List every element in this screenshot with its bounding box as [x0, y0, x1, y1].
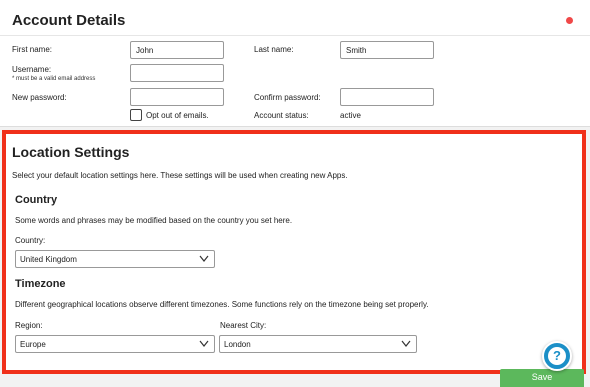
region-select-value: Europe — [20, 339, 46, 349]
new-password-field[interactable] — [130, 88, 224, 106]
account-status-value: active — [340, 111, 361, 120]
country-select-value: United Kingdom — [20, 254, 77, 264]
city-label: Nearest City: — [220, 321, 267, 330]
city-select-value: London — [224, 339, 251, 349]
chevron-down-icon — [401, 340, 411, 347]
country-label: Country: — [15, 236, 46, 245]
city-select[interactable]: London — [219, 335, 417, 353]
help-button[interactable]: ? — [542, 341, 572, 371]
location-settings-panel: Location Settings Select your default lo… — [2, 130, 586, 374]
account-details-panel: Account Details First name: John Last na… — [0, 0, 590, 127]
location-description: Select your default location settings he… — [12, 171, 348, 180]
chevron-down-icon — [199, 255, 209, 262]
country-heading: Country — [15, 194, 58, 206]
region-label: Region: — [15, 321, 43, 330]
divider — [0, 35, 590, 36]
last-name-field[interactable]: Smith — [340, 41, 434, 59]
timezone-description: Different geographical locations observe… — [15, 300, 429, 309]
status-dot-icon — [566, 17, 573, 24]
chevron-down-icon — [199, 340, 209, 347]
help-icon: ? — [548, 347, 566, 365]
username-hint: * must be a valid email address — [12, 76, 96, 82]
timezone-heading: Timezone — [15, 278, 66, 290]
account-details-title: Account Details — [12, 12, 126, 29]
opt-out-label: Opt out of emails. — [146, 111, 209, 120]
new-password-label: New password: — [12, 93, 67, 102]
country-select[interactable]: United Kingdom — [15, 250, 215, 268]
username-field[interactable] — [130, 64, 224, 82]
save-button[interactable]: Save — [500, 369, 584, 387]
confirm-password-label: Confirm password: — [254, 93, 321, 102]
opt-out-checkbox[interactable] — [130, 109, 142, 121]
location-settings-title: Location Settings — [12, 144, 130, 160]
account-status-label: Account status: — [254, 111, 309, 120]
confirm-password-field[interactable] — [340, 88, 434, 106]
last-name-label: Last name: — [254, 45, 294, 54]
region-select[interactable]: Europe — [15, 335, 215, 353]
country-description: Some words and phrases may be modified b… — [15, 216, 293, 225]
username-label: Username: — [12, 65, 52, 74]
first-name-field[interactable]: John — [130, 41, 224, 59]
first-name-label: First name: — [12, 45, 53, 54]
